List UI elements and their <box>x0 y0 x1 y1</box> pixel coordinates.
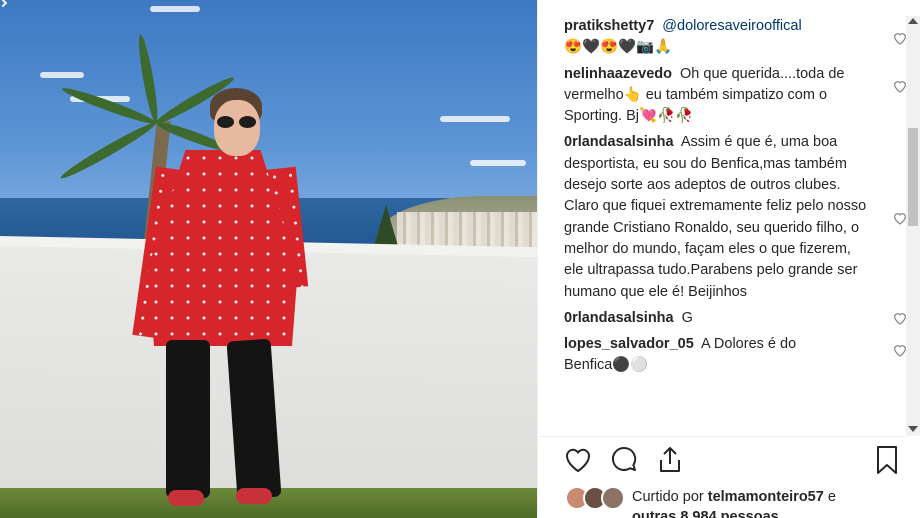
heart-icon[interactable] <box>563 444 593 476</box>
back-chevron-icon[interactable] <box>0 0 10 10</box>
red-shoe <box>168 490 204 506</box>
woman-in-red-shirt <box>132 88 310 518</box>
comment-username[interactable]: 0rlandasalsinha <box>564 310 674 326</box>
cloud <box>440 116 510 122</box>
post-photo[interactable] <box>0 0 537 518</box>
comments-list[interactable]: pratikshetty7 @doloresaveirooffical 😍🖤😍🖤… <box>564 16 908 436</box>
comment: lopes_salvador_05 A Dolores é do Benfica… <box>564 334 908 377</box>
comment-username[interactable]: nelinhaazevedo <box>564 66 672 82</box>
likes-prefix: Curtido por <box>632 489 704 505</box>
comment: nelinhaazevedo Oh que querida....toda de… <box>564 64 908 128</box>
red-shoe <box>236 488 272 504</box>
post-actions <box>563 444 903 478</box>
likes-others[interactable]: outras 8.984 pessoas <box>632 509 779 518</box>
avatar <box>601 486 625 510</box>
comment-username[interactable]: lopes_salvador_05 <box>564 336 694 352</box>
likes-suffix: e <box>827 489 836 505</box>
liker-avatars[interactable] <box>565 486 627 512</box>
sunglasses <box>217 116 257 128</box>
likes-username[interactable]: telmamonteiro57 <box>708 489 824 505</box>
comment: 0rlandasalsinha Assim é que é, uma boa d… <box>564 132 908 302</box>
cloud <box>150 6 200 12</box>
bookmark-icon[interactable] <box>872 444 902 476</box>
likes-text: Curtido por telmamonteiro57 e outras 8.9… <box>632 487 920 518</box>
comment-username[interactable]: 0rlandasalsinha <box>564 134 674 150</box>
likes-summary: Curtido por telmamonteiro57 e outras 8.9… <box>565 484 905 518</box>
comment-text: G <box>681 309 693 326</box>
black-leggings <box>160 338 282 506</box>
scroll-thumb[interactable] <box>908 128 918 226</box>
comment: 0rlandasalsinha G <box>564 308 908 329</box>
face <box>214 100 260 156</box>
leg <box>226 338 282 500</box>
comment: pratikshetty7 @doloresaveirooffical 😍🖤😍🖤… <box>564 16 908 59</box>
comment-bubble-icon[interactable] <box>609 444 639 476</box>
leg <box>166 340 210 498</box>
scroll-down-arrow-icon[interactable] <box>908 426 918 432</box>
cloud <box>40 72 84 78</box>
comments-scrollbar[interactable] <box>906 16 920 436</box>
cloud <box>470 160 526 166</box>
scroll-up-arrow-icon[interactable] <box>908 18 918 24</box>
comment-username[interactable]: pratikshetty7 <box>564 18 654 34</box>
comment-text: 😍🖤😍🖤📷🙏 <box>564 39 673 56</box>
comment-mention[interactable]: @doloresaveirooffical <box>662 18 801 34</box>
share-arrow-icon[interactable] <box>655 444 685 476</box>
divider <box>537 436 906 437</box>
comment-text: Assim é que é, uma boa desportista, eu s… <box>564 134 867 300</box>
